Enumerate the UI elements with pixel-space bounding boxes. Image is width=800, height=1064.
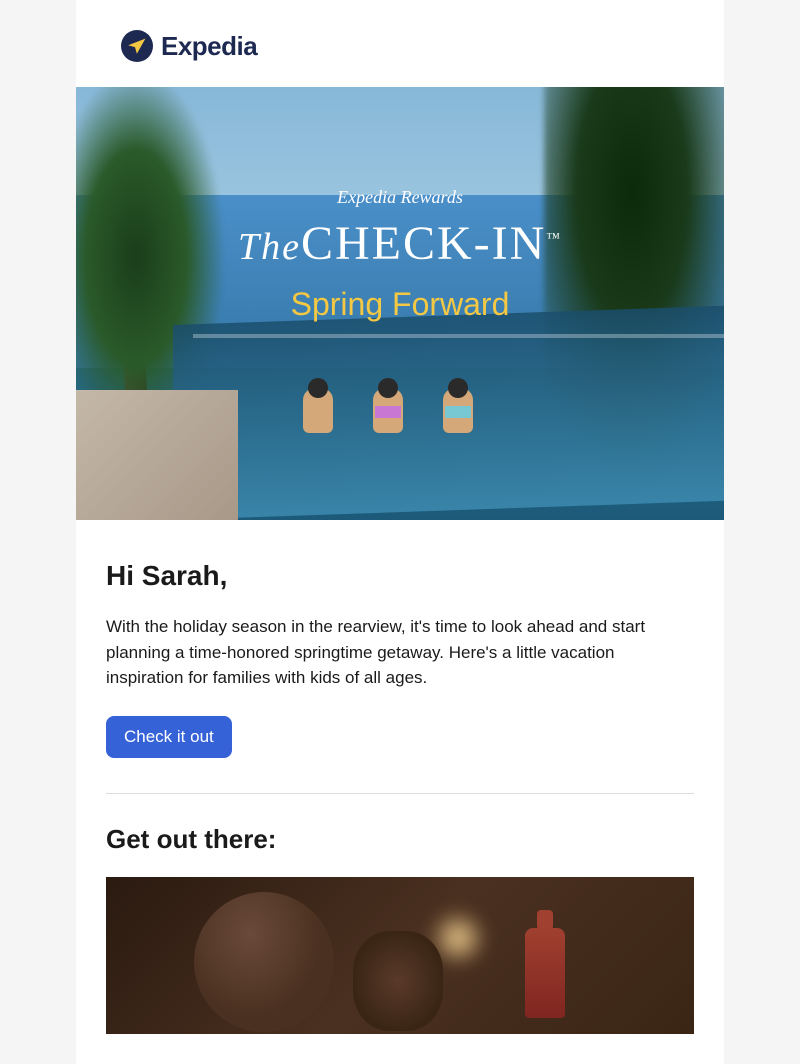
brand-logo[interactable]: Expedia xyxy=(121,30,679,62)
section-title: Get out there: xyxy=(106,824,694,855)
intro-paragraph: With the holiday season in the rearview,… xyxy=(106,614,694,691)
email-container: Expedia Expedia Rewards TheCHECK-IN™ Spr… xyxy=(76,0,724,1064)
check-it-out-button[interactable]: Check it out xyxy=(106,716,232,758)
article-bottle xyxy=(525,928,565,1018)
hero-image: Expedia Rewards TheCHECK-IN™ Spring Forw… xyxy=(76,87,724,520)
article-person xyxy=(194,892,334,1032)
plane-icon xyxy=(121,30,153,62)
greeting: Hi Sarah, xyxy=(106,560,694,592)
hero-title-prefix: The xyxy=(238,226,301,268)
brand-name: Expedia xyxy=(161,31,257,62)
hero-rewards-label: Expedia Rewards xyxy=(76,187,724,208)
hero-swimmers xyxy=(303,388,473,433)
hero-title-main: CHECK-IN xyxy=(301,217,546,270)
header: Expedia xyxy=(76,0,724,87)
hero-pool-edge xyxy=(193,334,724,338)
article-child xyxy=(353,931,443,1031)
divider xyxy=(106,793,694,794)
swimmer xyxy=(303,388,333,433)
hero-title: TheCHECK-IN™ xyxy=(76,216,724,271)
swimmer xyxy=(443,388,473,433)
hero-text-overlay: Expedia Rewards TheCHECK-IN™ Spring Forw… xyxy=(76,187,724,323)
hero-terrace xyxy=(76,390,238,520)
swimmer xyxy=(373,388,403,433)
article-hero-image[interactable] xyxy=(106,877,694,1034)
hero-trademark: ™ xyxy=(546,231,562,246)
content-section: Hi Sarah, With the holiday season in the… xyxy=(76,520,724,1064)
hero-subtitle: Spring Forward xyxy=(76,286,724,323)
